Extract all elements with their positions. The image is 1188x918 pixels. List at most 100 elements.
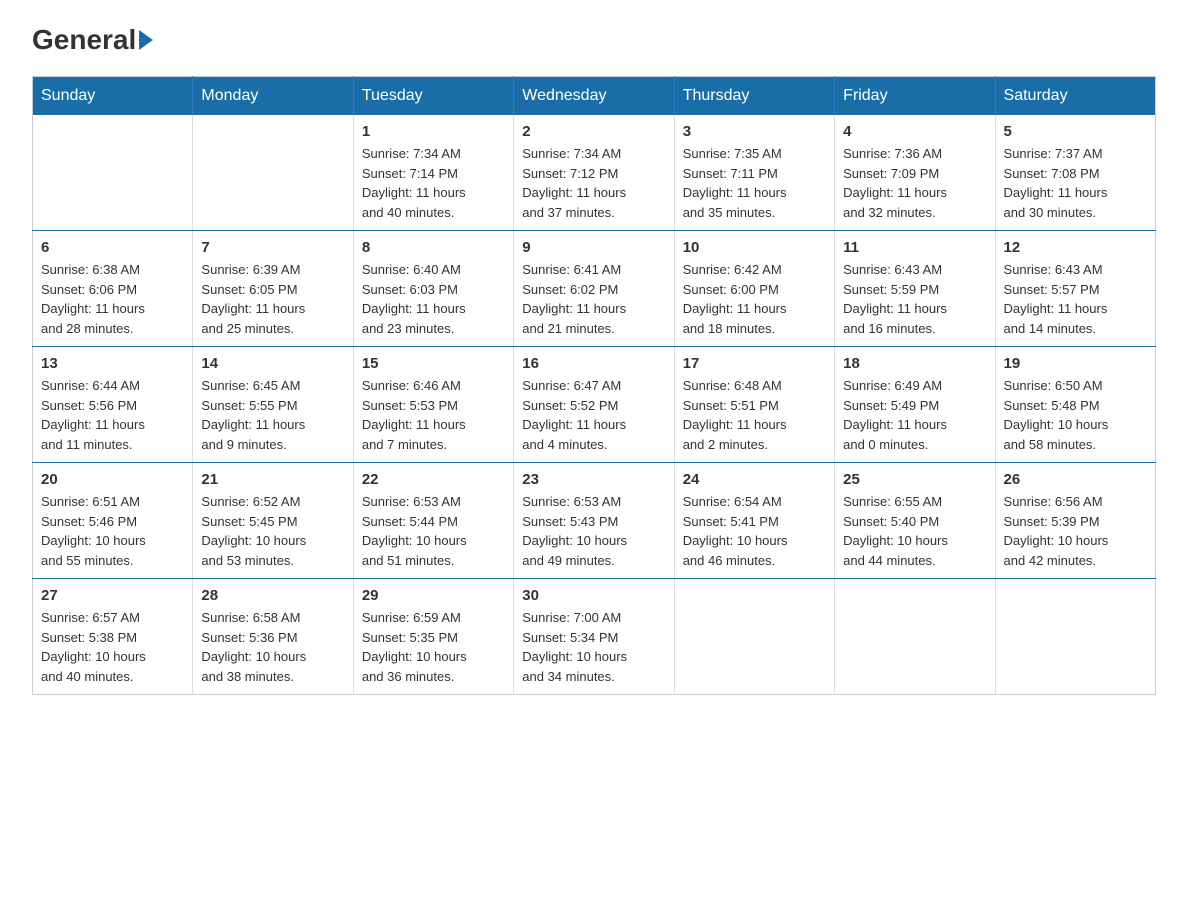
day-info: Sunrise: 6:54 AM Sunset: 5:41 PM Dayligh… xyxy=(683,492,826,570)
day-number: 4 xyxy=(843,123,986,140)
day-info: Sunrise: 6:42 AM Sunset: 6:00 PM Dayligh… xyxy=(683,260,826,338)
day-info: Sunrise: 7:36 AM Sunset: 7:09 PM Dayligh… xyxy=(843,144,986,222)
day-number: 21 xyxy=(201,471,344,488)
calendar-cell: 20Sunrise: 6:51 AM Sunset: 5:46 PM Dayli… xyxy=(33,463,193,579)
logo-arrow-icon xyxy=(139,30,153,50)
day-info: Sunrise: 6:50 AM Sunset: 5:48 PM Dayligh… xyxy=(1004,376,1147,454)
day-info: Sunrise: 6:46 AM Sunset: 5:53 PM Dayligh… xyxy=(362,376,505,454)
calendar-cell: 30Sunrise: 7:00 AM Sunset: 5:34 PM Dayli… xyxy=(514,579,674,695)
day-number: 23 xyxy=(522,471,665,488)
day-info: Sunrise: 7:34 AM Sunset: 7:14 PM Dayligh… xyxy=(362,144,505,222)
calendar-cell: 22 Sunrise: 6:53 AM Sunset: 5:44 PM Dayli… xyxy=(353,463,513,579)
day-number: 7 xyxy=(201,239,344,256)
calendar-cell: 6Sunrise: 6:38 AM Sunset: 6:06 PM Daylig… xyxy=(33,231,193,347)
calendar-cell: 15 Sunrise: 6:46 AM Sunset: 5:53 PM Dayli… xyxy=(353,347,513,463)
day-number: 10 xyxy=(683,239,826,256)
calendar-cell: 16 Sunrise: 6:47 AM Sunset: 5:52 PM Dayli… xyxy=(514,347,674,463)
calendar-cell: 17 Sunrise: 6:48 AM Sunset: 5:51 PM Dayli… xyxy=(674,347,834,463)
weekday-header-friday: Friday xyxy=(835,77,995,116)
day-number: 17 xyxy=(683,355,826,372)
day-number: 25 xyxy=(843,471,986,488)
calendar-cell xyxy=(674,579,834,695)
day-number: 27 xyxy=(41,587,184,604)
day-info: Sunrise: 6:44 AM Sunset: 5:56 PM Dayligh… xyxy=(41,376,184,454)
calendar-cell xyxy=(995,579,1155,695)
calendar-cell: 3Sunrise: 7:35 AM Sunset: 7:11 PM Daylig… xyxy=(674,115,834,231)
day-info: Sunrise: 6:53 AM Sunset: 5:43 PM Dayligh… xyxy=(522,492,665,570)
day-number: 20 xyxy=(41,471,184,488)
calendar-week-row: 6Sunrise: 6:38 AM Sunset: 6:06 PM Daylig… xyxy=(33,231,1156,347)
day-number: 18 xyxy=(843,355,986,372)
day-info: Sunrise: 7:00 AM Sunset: 5:34 PM Dayligh… xyxy=(522,608,665,686)
day-number: 15 xyxy=(362,355,505,372)
weekday-header-tuesday: Tuesday xyxy=(353,77,513,116)
calendar-cell: 24 Sunrise: 6:54 AM Sunset: 5:41 PM Dayli… xyxy=(674,463,834,579)
day-number: 16 xyxy=(522,355,665,372)
calendar-week-row: 27 Sunrise: 6:57 AM Sunset: 5:38 PM Dayli… xyxy=(33,579,1156,695)
day-number: 8 xyxy=(362,239,505,256)
day-info: Sunrise: 7:37 AM Sunset: 7:08 PM Dayligh… xyxy=(1004,144,1147,222)
day-info: Sunrise: 6:40 AM Sunset: 6:03 PM Dayligh… xyxy=(362,260,505,338)
calendar-cell: 18 Sunrise: 6:49 AM Sunset: 5:49 PM Dayli… xyxy=(835,347,995,463)
day-info: Sunrise: 6:38 AM Sunset: 6:06 PM Dayligh… xyxy=(41,260,184,338)
day-info: Sunrise: 6:58 AM Sunset: 5:36 PM Dayligh… xyxy=(201,608,344,686)
day-info: Sunrise: 6:53 AM Sunset: 5:44 PM Dayligh… xyxy=(362,492,505,570)
day-number: 14 xyxy=(201,355,344,372)
calendar-cell: 27 Sunrise: 6:57 AM Sunset: 5:38 PM Dayli… xyxy=(33,579,193,695)
calendar-cell: 26Sunrise: 6:56 AM Sunset: 5:39 PM Dayli… xyxy=(995,463,1155,579)
day-info: Sunrise: 6:45 AM Sunset: 5:55 PM Dayligh… xyxy=(201,376,344,454)
weekday-header-wednesday: Wednesday xyxy=(514,77,674,116)
calendar-cell: 29Sunrise: 6:59 AM Sunset: 5:35 PM Dayli… xyxy=(353,579,513,695)
day-info: Sunrise: 6:48 AM Sunset: 5:51 PM Dayligh… xyxy=(683,376,826,454)
day-number: 2 xyxy=(522,123,665,140)
calendar-cell: 11 Sunrise: 6:43 AM Sunset: 5:59 PM Dayli… xyxy=(835,231,995,347)
calendar-cell: 10 Sunrise: 6:42 AM Sunset: 6:00 PM Dayli… xyxy=(674,231,834,347)
calendar-cell: 4 Sunrise: 7:36 AM Sunset: 7:09 PM Daylig… xyxy=(835,115,995,231)
calendar-cell xyxy=(33,115,193,231)
day-number: 13 xyxy=(41,355,184,372)
day-info: Sunrise: 6:56 AM Sunset: 5:39 PM Dayligh… xyxy=(1004,492,1147,570)
day-info: Sunrise: 6:55 AM Sunset: 5:40 PM Dayligh… xyxy=(843,492,986,570)
calendar-week-row: 13 Sunrise: 6:44 AM Sunset: 5:56 PM Dayli… xyxy=(33,347,1156,463)
day-info: Sunrise: 6:43 AM Sunset: 5:57 PM Dayligh… xyxy=(1004,260,1147,338)
calendar-cell: 5 Sunrise: 7:37 AM Sunset: 7:08 PM Daylig… xyxy=(995,115,1155,231)
day-info: Sunrise: 6:57 AM Sunset: 5:38 PM Dayligh… xyxy=(41,608,184,686)
day-number: 29 xyxy=(362,587,505,604)
weekday-header-row: SundayMondayTuesdayWednesdayThursdayFrid… xyxy=(33,77,1156,116)
day-info: Sunrise: 6:52 AM Sunset: 5:45 PM Dayligh… xyxy=(201,492,344,570)
day-number: 24 xyxy=(683,471,826,488)
day-info: Sunrise: 6:43 AM Sunset: 5:59 PM Dayligh… xyxy=(843,260,986,338)
day-number: 11 xyxy=(843,239,986,256)
calendar-table: SundayMondayTuesdayWednesdayThursdayFrid… xyxy=(32,76,1156,695)
logo: General xyxy=(32,24,156,56)
day-info: Sunrise: 6:39 AM Sunset: 6:05 PM Dayligh… xyxy=(201,260,344,338)
calendar-cell xyxy=(835,579,995,695)
day-number: 28 xyxy=(201,587,344,604)
weekday-header-sunday: Sunday xyxy=(33,77,193,116)
calendar-cell: 21 Sunrise: 6:52 AM Sunset: 5:45 PM Dayli… xyxy=(193,463,353,579)
calendar-cell: 12 Sunrise: 6:43 AM Sunset: 5:57 PM Dayli… xyxy=(995,231,1155,347)
day-info: Sunrise: 6:47 AM Sunset: 5:52 PM Dayligh… xyxy=(522,376,665,454)
calendar-cell: 7 Sunrise: 6:39 AM Sunset: 6:05 PM Daylig… xyxy=(193,231,353,347)
page-header: General xyxy=(32,24,1156,56)
day-number: 5 xyxy=(1004,123,1147,140)
calendar-cell xyxy=(193,115,353,231)
weekday-header-monday: Monday xyxy=(193,77,353,116)
logo-general-text: General xyxy=(32,24,136,56)
day-info: Sunrise: 7:35 AM Sunset: 7:11 PM Dayligh… xyxy=(683,144,826,222)
calendar-cell: 25 Sunrise: 6:55 AM Sunset: 5:40 PM Dayli… xyxy=(835,463,995,579)
calendar-week-row: 1Sunrise: 7:34 AM Sunset: 7:14 PM Daylig… xyxy=(33,115,1156,231)
calendar-cell: 1Sunrise: 7:34 AM Sunset: 7:14 PM Daylig… xyxy=(353,115,513,231)
day-number: 22 xyxy=(362,471,505,488)
calendar-cell: 14 Sunrise: 6:45 AM Sunset: 5:55 PM Dayli… xyxy=(193,347,353,463)
calendar-cell: 2Sunrise: 7:34 AM Sunset: 7:12 PM Daylig… xyxy=(514,115,674,231)
weekday-header-thursday: Thursday xyxy=(674,77,834,116)
day-number: 9 xyxy=(522,239,665,256)
day-number: 12 xyxy=(1004,239,1147,256)
calendar-cell: 13 Sunrise: 6:44 AM Sunset: 5:56 PM Dayli… xyxy=(33,347,193,463)
weekday-header-saturday: Saturday xyxy=(995,77,1155,116)
calendar-cell: 8 Sunrise: 6:40 AM Sunset: 6:03 PM Daylig… xyxy=(353,231,513,347)
day-info: Sunrise: 6:49 AM Sunset: 5:49 PM Dayligh… xyxy=(843,376,986,454)
day-number: 19 xyxy=(1004,355,1147,372)
calendar-cell: 28 Sunrise: 6:58 AM Sunset: 5:36 PM Dayli… xyxy=(193,579,353,695)
